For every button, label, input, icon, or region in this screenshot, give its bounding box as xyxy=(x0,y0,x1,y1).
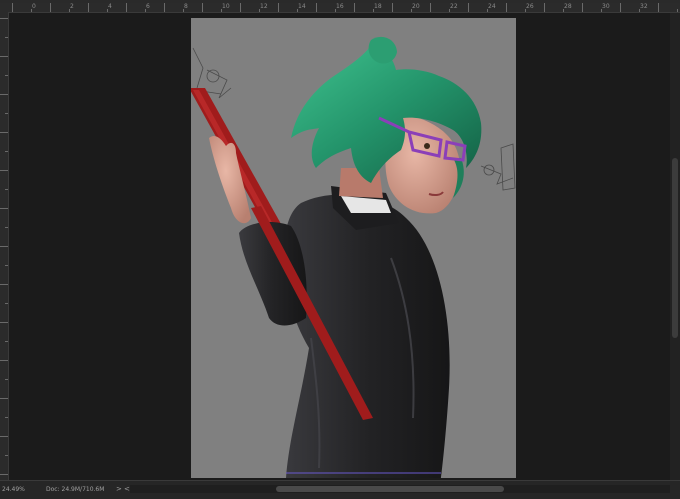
ruler-tick xyxy=(0,246,8,247)
ruler-label: 32 xyxy=(640,3,648,10)
ruler-tick xyxy=(5,75,8,76)
ruler-tick xyxy=(69,9,70,12)
ruler-tick xyxy=(468,3,469,12)
ruler-label: 20 xyxy=(412,3,420,10)
vertical-scroll-thumb[interactable] xyxy=(672,158,678,338)
ruler-label: 12 xyxy=(260,3,268,10)
sketch-right xyxy=(480,143,516,191)
ruler-tick xyxy=(126,3,127,12)
ruler-origin[interactable] xyxy=(0,3,8,12)
ruler-tick xyxy=(0,398,8,399)
ruler-label: 2 xyxy=(70,3,74,10)
ruler-label: 22 xyxy=(450,3,458,10)
ruler-tick xyxy=(0,208,8,209)
horizontal-scrollbar[interactable] xyxy=(130,485,670,493)
ruler-tick xyxy=(335,9,336,12)
ruler-tick xyxy=(0,474,8,475)
ruler-tick xyxy=(0,18,8,19)
ruler-tick xyxy=(5,227,8,228)
ruler-tick xyxy=(0,436,8,437)
ruler-tick xyxy=(164,3,165,12)
ruler-label: 8 xyxy=(184,3,188,10)
ruler-label: 28 xyxy=(564,3,572,10)
ruler-tick xyxy=(354,3,355,12)
ruler-tick xyxy=(392,3,393,12)
artwork xyxy=(191,36,516,478)
ruler-label: 30 xyxy=(602,3,610,10)
ruler-tick xyxy=(202,3,203,12)
ruler-tick xyxy=(658,3,659,12)
ruler-tick xyxy=(88,3,89,12)
ruler-tick xyxy=(5,303,8,304)
ruler-tick xyxy=(620,3,621,12)
ruler-tick xyxy=(297,9,298,12)
document-size-info: Doc: 24.9M/710.6M xyxy=(46,486,105,493)
ruler-top[interactable]: 0 2 4 6 8 10 12 14 16 18 20 22 24 26 28 … xyxy=(8,3,680,13)
ruler-tick xyxy=(278,3,279,12)
ruler-tick xyxy=(0,170,8,171)
ruler-tick xyxy=(50,3,51,12)
ruler-tick xyxy=(5,151,8,152)
ruler-tick xyxy=(0,94,8,95)
ruler-tick xyxy=(582,3,583,12)
ruler-tick xyxy=(0,132,8,133)
ruler-label: 0 xyxy=(32,3,36,10)
coat xyxy=(282,194,450,478)
ruler-tick xyxy=(107,9,108,12)
ruler-tick xyxy=(221,9,222,12)
status-bar: 24.49% Doc: 24.9M/710.6M > < xyxy=(0,480,680,499)
ruler-label: 26 xyxy=(526,3,534,10)
ruler-tick xyxy=(0,322,8,323)
ruler-tick xyxy=(430,3,431,12)
ruler-tick xyxy=(411,9,412,12)
ruler-tick xyxy=(183,9,184,12)
ruler-tick xyxy=(5,341,8,342)
ruler-tick xyxy=(563,9,564,12)
ruler-tick xyxy=(259,9,260,12)
ruler-tick xyxy=(0,360,8,361)
ruler-tick xyxy=(5,379,8,380)
ruler-tick xyxy=(316,3,317,12)
ruler-tick xyxy=(12,3,13,12)
ruler-tick xyxy=(5,417,8,418)
ruler-left[interactable] xyxy=(0,12,9,480)
chevron-right-icon[interactable]: > xyxy=(116,484,122,494)
ruler-tick xyxy=(5,265,8,266)
vertical-scrollbar[interactable] xyxy=(670,13,680,480)
ruler-tick xyxy=(525,9,526,12)
ruler-tick xyxy=(5,113,8,114)
ruler-label: 14 xyxy=(298,3,306,10)
ruler-tick xyxy=(487,9,488,12)
ruler-label: 18 xyxy=(374,3,382,10)
ruler-tick xyxy=(601,9,602,12)
horizontal-scroll-thumb[interactable] xyxy=(276,486,504,492)
ruler-tick xyxy=(0,56,8,57)
ruler-label: 10 xyxy=(222,3,230,10)
ruler-tick xyxy=(506,3,507,12)
ruler-tick xyxy=(5,189,8,190)
ruler-label: 4 xyxy=(108,3,112,10)
ruler-tick xyxy=(373,9,374,12)
ruler-tick xyxy=(5,455,8,456)
chevron-left-icon[interactable]: < xyxy=(124,484,130,494)
ruler-label: 6 xyxy=(146,3,150,10)
zoom-level[interactable]: 24.49% xyxy=(2,485,32,494)
ruler-tick xyxy=(145,9,146,12)
ruler-tick xyxy=(240,3,241,12)
ruler-label: 16 xyxy=(336,3,344,10)
ruler-tick xyxy=(677,9,678,12)
ruler-tick xyxy=(31,9,32,12)
document-canvas[interactable] xyxy=(191,18,516,478)
ruler-tick xyxy=(5,37,8,38)
ruler-tick xyxy=(449,9,450,12)
ruler-tick xyxy=(639,9,640,12)
ruler-tick xyxy=(544,3,545,12)
ruler-label: 24 xyxy=(488,3,496,10)
ruler-tick xyxy=(0,284,8,285)
